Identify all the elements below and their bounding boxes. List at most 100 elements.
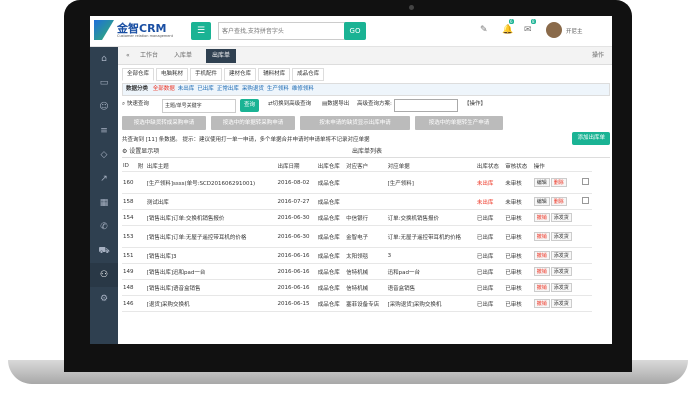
search-input[interactable] [218, 22, 348, 40]
cell-date: 2016-06-30 [276, 225, 317, 248]
sidebar-item-warehouse[interactable]: ⚇ [90, 263, 118, 287]
cell-date: 2016-06-30 [276, 209, 317, 226]
action-buttons: 按选中缺货转成采购申请 按选中的单据转采购申请 按未申请的缺货显示出库申请 按选… [122, 116, 610, 130]
unapplied-shortage-button[interactable]: 按未申请的缺货显示出库申请 [300, 116, 410, 130]
row-checkbox[interactable] [582, 178, 590, 185]
op-button[interactable]: 撤销 [533, 299, 550, 308]
table-row[interactable]: 149 [销售出库]迅和pad一台 2016-06-16 成品仓库 信特机械 迅和pad一… [122, 263, 592, 280]
op-button[interactable]: 添发货 [550, 299, 572, 308]
edit-icon[interactable]: ✎ [480, 25, 488, 35]
op-button[interactable]: 撤销 [533, 267, 550, 276]
table-row[interactable]: 153 [销售出库]订单:无屋子遥控带耳机的价格 2016-06-30 成品仓库 金智电… [122, 225, 592, 248]
op-button[interactable]: 添发货 [550, 267, 572, 276]
keyword-input[interactable]: 主题/单号关键字 [162, 99, 236, 113]
sidebar-item-list[interactable]: ≡ [90, 119, 118, 143]
cell-status: 已出库 [475, 295, 505, 312]
tab-inbound[interactable]: 入库单 [168, 49, 198, 63]
cell-customer: 中信银行 [345, 209, 387, 226]
cell-ops: 撤销 添发货 [532, 247, 582, 264]
tab-operations[interactable]: 操作 [586, 49, 610, 63]
table-row[interactable]: 160 [生产领料]ssss(单号:SCD20160629​1001) 2016-0… [122, 171, 592, 194]
settings-link[interactable]: ⚙ 设置显示项 [122, 148, 159, 155]
filter-item[interactable]: 维修领料 [292, 86, 314, 92]
bell-icon[interactable]: 🔔 [502, 25, 513, 35]
table-row[interactable]: 154 [销售出库]订单:交换机销售报价 2016-06-30 成品仓库 中信银行 订单:… [122, 209, 592, 226]
shortage-to-purchase-button[interactable]: 按选中缺货转成采购申请 [122, 116, 206, 130]
op-button[interactable]: 添发货 [550, 251, 572, 260]
op-button[interactable]: 编辑 [533, 197, 550, 206]
export-link[interactable]: ▤数据导出 [322, 99, 349, 107]
sidebar-item-table[interactable]: ▦ [90, 191, 118, 215]
column-header[interactable]: 附 [136, 161, 146, 172]
op-button[interactable]: 添发货 [550, 232, 572, 241]
query-button[interactable]: 查询 [240, 99, 260, 112]
op-button[interactable]: 添发货 [550, 213, 572, 222]
switch-advanced-link[interactable]: ⇄切换到高级查询 [268, 99, 311, 107]
cell-id: 148 [122, 279, 137, 296]
cell-doc [386, 193, 476, 210]
sidebar-item-diamond[interactable]: ◇ [90, 143, 118, 167]
column-header[interactable]: 出库仓库 [316, 161, 346, 172]
column-header[interactable]: 出库主题 [145, 161, 277, 172]
warehouse-tab[interactable]: 电脑耗材 [156, 68, 189, 81]
message-icon[interactable]: ✉ [524, 25, 532, 35]
table-row[interactable]: 158 测试出库 2016-07-27 成品仓库 未出库 未审核 编辑 删除 [122, 193, 592, 210]
warehouse-tab[interactable]: 建材仓库 [224, 68, 257, 81]
row-checkbox[interactable] [582, 197, 590, 204]
warehouse-tab[interactable]: 手机配件 [190, 68, 223, 81]
cell-customer: 塞菲设备专店 [345, 295, 387, 312]
column-header[interactable]: 出库日期 [276, 161, 317, 172]
filter-item[interactable]: 正常出库 [217, 86, 239, 92]
sidebar-item-users[interactable]: ☺ [90, 95, 118, 119]
op-button[interactable]: 撤销 [533, 213, 550, 222]
warehouse-tab[interactable]: 成品仓库 [292, 68, 325, 81]
op-button[interactable]: 撤销 [533, 232, 550, 241]
sidebar-item-home[interactable]: ⌂ [90, 47, 118, 71]
column-header[interactable]: ID [122, 161, 137, 172]
checkbox-column [581, 161, 592, 172]
add-outbound-button[interactable]: 添加出库单 [572, 132, 610, 145]
column-header[interactable]: 对应单据 [386, 161, 476, 172]
sidebar-item-cart[interactable]: ⛟ [90, 239, 118, 263]
sidebar-item-desktop[interactable]: ▭ [90, 71, 118, 95]
filter-item[interactable]: 已出库 [197, 86, 214, 92]
column-header[interactable]: 审核状态 [504, 161, 533, 172]
cell-subject: [销售出库]订单:无屋子遥控带耳机的价格 [145, 225, 277, 248]
op-button[interactable]: 撤销 [533, 283, 550, 292]
selected-to-purchase-button[interactable]: 按选中的单据转采购申请 [211, 116, 295, 130]
op-button[interactable]: 删除 [550, 178, 567, 187]
user-name[interactable]: 开尼主 [566, 27, 583, 35]
cell-warehouse: 成品仓库 [316, 279, 346, 296]
warehouse-tab[interactable]: 全部仓库 [122, 68, 155, 81]
table-row[interactable]: 148 [销售出库]语音盒销售 2016-06-16 成品仓库 信特机械 语音盒销售 已出库… [122, 279, 592, 296]
query-plan-select[interactable] [394, 99, 458, 112]
go-button[interactable]: GO [344, 22, 366, 40]
op-button[interactable]: 编辑 [533, 178, 550, 187]
op-button[interactable]: 撤销 [533, 251, 550, 260]
warehouse-tab[interactable]: 辅料材库 [258, 68, 291, 81]
column-header[interactable]: 操作 [532, 161, 582, 172]
sidebar-item-phone[interactable]: ✆ [90, 215, 118, 239]
cell-id: 160 [122, 171, 137, 194]
tab-outbound[interactable]: 出库单 [206, 49, 237, 63]
op-button[interactable]: 添发货 [550, 283, 572, 292]
operations-link[interactable]: 【操作】 [464, 99, 486, 107]
tab-workbench[interactable]: 工作台 [134, 49, 164, 63]
filter-item[interactable]: 采购退货 [242, 86, 264, 92]
filter-item[interactable]: 全部数据 [153, 86, 175, 92]
selected-to-production-button[interactable]: 按选中的单据转生产申请 [415, 116, 503, 130]
op-button[interactable]: 删除 [550, 197, 567, 206]
column-header[interactable]: 对应客户 [345, 161, 387, 172]
cell-ops: 编辑 删除 [532, 171, 582, 194]
cell-date: 2016-06-16 [276, 263, 317, 280]
filter-item[interactable]: 未出库 [178, 86, 195, 92]
logo[interactable]: 金智CRM Customer relation management [94, 20, 173, 40]
sidebar-item-settings[interactable]: ⚙ [90, 287, 118, 311]
column-header[interactable]: 出库状态 [475, 161, 505, 172]
table-row[interactable]: 151 [销售出库]3 2016-06-16 成品仓库 太阳领毯 3 已出库 已审核 撤销 添发货 [122, 247, 592, 264]
menu-toggle-button[interactable]: ☰ [191, 22, 211, 40]
table-row[interactable]: 146 [退货]采购交换机 2016-06-15 成品仓库 塞菲设备专店 [采购退货]采购… [122, 295, 592, 312]
filter-item[interactable]: 生产领料 [267, 86, 289, 92]
sidebar-item-chart[interactable]: ↗ [90, 167, 118, 191]
avatar[interactable] [546, 22, 562, 38]
